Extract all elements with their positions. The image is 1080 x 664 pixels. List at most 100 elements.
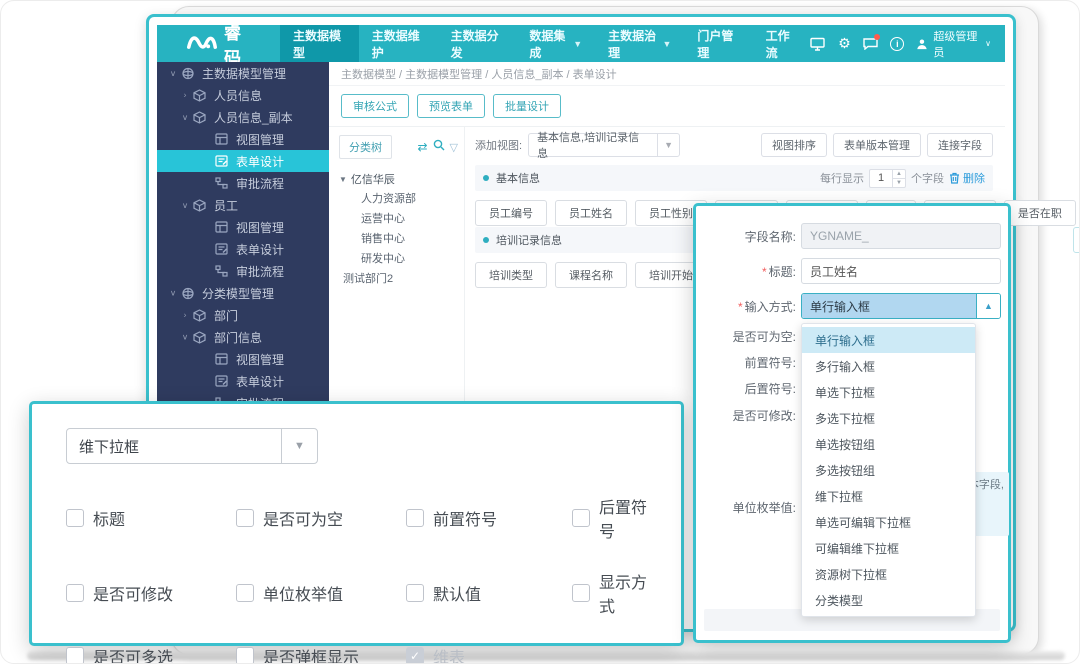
option-checkbox[interactable]: 后置符号 bbox=[572, 494, 651, 542]
dropdown-option[interactable]: 单行输入框 bbox=[802, 327, 975, 353]
designer-top-button[interactable]: 连接字段 bbox=[927, 133, 993, 157]
checkbox-icon bbox=[572, 584, 590, 602]
dropdown-option[interactable]: 资源树下拉框 bbox=[802, 561, 975, 587]
dropdown-option[interactable]: 多行输入框 bbox=[802, 353, 975, 379]
title-input[interactable]: 员工姓名 bbox=[801, 258, 1001, 284]
sidebar-item-icon bbox=[215, 265, 230, 278]
tree-caret-icon: ∨ bbox=[179, 332, 191, 342]
search-icon[interactable] bbox=[433, 138, 445, 156]
per-row-suffix: 个字段 bbox=[911, 170, 944, 186]
message-icon[interactable] bbox=[863, 36, 878, 52]
option-checkbox[interactable]: 是否可多选 bbox=[66, 644, 236, 664]
dropdown-option[interactable]: 单选下拉框 bbox=[802, 379, 975, 405]
tree-node[interactable]: 研发中心 bbox=[339, 249, 458, 269]
nav-item[interactable]: 主数据维护 bbox=[359, 25, 438, 62]
tree-node[interactable]: 运营中心 bbox=[339, 209, 458, 229]
checkbox-icon bbox=[66, 647, 84, 664]
field-chip[interactable]: 课程名称 bbox=[555, 262, 627, 288]
nav-item[interactable]: 主数据模型 bbox=[280, 25, 359, 62]
option-checkbox[interactable]: 显示方式 bbox=[572, 569, 651, 617]
designer-top-button[interactable]: 表单版本管理 bbox=[833, 133, 921, 157]
dropdown-option[interactable]: 单选可编辑下拉框 bbox=[802, 509, 975, 535]
sidebar-item-icon bbox=[215, 353, 230, 366]
toolbar-button[interactable]: 审核公式 bbox=[341, 94, 409, 118]
dropdown-option[interactable]: 多选按钮组 bbox=[802, 457, 975, 483]
option-checkboxes: 标题 是否可为空 前置符号 后置符号 bbox=[66, 494, 651, 664]
tree-node[interactable]: 人力资源部 bbox=[339, 189, 458, 209]
sidebar-item[interactable]: 表单设计 bbox=[157, 370, 329, 392]
filter-icon[interactable]: ▽ bbox=[450, 141, 458, 154]
user-menu[interactable]: 超级管理员 ∨ bbox=[916, 28, 991, 60]
sidebar-item[interactable]: 表单设计 bbox=[157, 150, 329, 172]
designer-top-button[interactable]: 视图排序 bbox=[761, 133, 827, 157]
tree-caret-icon: ∨ bbox=[179, 112, 191, 122]
info-icon[interactable]: i bbox=[890, 36, 904, 52]
sidebar-item-icon bbox=[193, 111, 208, 124]
delete-button[interactable]: 删除 bbox=[949, 170, 985, 186]
option-checkbox[interactable]: 是否弹框显示 bbox=[236, 644, 406, 664]
option-checkbox[interactable]: 标题 bbox=[66, 494, 236, 542]
sidebar-item[interactable]: ∨ 员工 bbox=[157, 194, 329, 216]
swap-icon[interactable]: ⇄ bbox=[417, 140, 427, 154]
sidebar-item[interactable]: 审批流程 bbox=[157, 260, 329, 282]
sidebar-item[interactable]: ∨ 部门信息 bbox=[157, 326, 329, 348]
input-mode-label: *输入方式: bbox=[696, 298, 796, 315]
sidebar-item[interactable]: › 人员信息 bbox=[157, 84, 329, 106]
sidebar-item[interactable]: 视图管理 bbox=[157, 348, 329, 370]
dropdown-option[interactable]: 分类模型 bbox=[802, 587, 975, 613]
checkbox-icon bbox=[406, 584, 424, 602]
tree-caret-icon: ∨ bbox=[179, 200, 191, 210]
monitor-icon[interactable] bbox=[810, 36, 825, 52]
option-checkbox[interactable]: 维表 bbox=[406, 644, 572, 664]
sidebar-item-icon bbox=[193, 199, 208, 212]
sidebar-item[interactable]: 视图管理 bbox=[157, 216, 329, 238]
sidebar-item[interactable]: ∨ 分类模型管理 bbox=[157, 282, 329, 304]
sidebar-item-icon bbox=[215, 177, 230, 190]
field-chip[interactable]: 是否在职 bbox=[1004, 200, 1076, 226]
option-checkbox[interactable]: 单位枚举值 bbox=[236, 569, 406, 617]
modifiable-label: 是否可修改: bbox=[696, 407, 796, 424]
dropdown-option[interactable]: 可编辑维下拉框 bbox=[802, 535, 975, 561]
chevron-down-icon: ∨ bbox=[985, 39, 991, 48]
tree-node[interactable]: 销售中心 bbox=[339, 229, 458, 249]
option-checkbox[interactable]: 是否可为空 bbox=[236, 494, 406, 542]
toolbar-button[interactable]: 预览表单 bbox=[417, 94, 485, 118]
dropdown-option[interactable]: 多选下拉框 bbox=[802, 405, 975, 431]
classification-tree: ▼ 亿信华辰 人力资源部运营中心销售中心研发中心 测试部门2 bbox=[339, 169, 458, 289]
option-checkbox[interactable]: 是否可修改 bbox=[66, 569, 236, 617]
nav-item[interactable]: 工作流 bbox=[753, 25, 811, 62]
sidebar-item[interactable]: › 部门 bbox=[157, 304, 329, 326]
toolbar-button[interactable]: 批量设计 bbox=[493, 94, 561, 118]
tree-node-root[interactable]: ▼ 亿信华辰 bbox=[339, 169, 458, 189]
nav-item[interactable]: 数据集成 ▼ bbox=[516, 25, 595, 62]
nav-item[interactable]: 门户管理 bbox=[684, 25, 752, 62]
nav-item[interactable]: 主数据治理 ▼ bbox=[595, 25, 684, 62]
add-field-button[interactable]: + 添加 bbox=[1073, 227, 1080, 253]
tree-node[interactable]: 测试部门2 bbox=[339, 269, 458, 289]
field-chip[interactable]: 培训类型 bbox=[475, 262, 547, 288]
sidebar-item[interactable]: 视图管理 bbox=[157, 128, 329, 150]
option-checkbox[interactable]: 前置符号 bbox=[406, 494, 572, 542]
dropdown-option[interactable]: 维下拉框 bbox=[802, 483, 975, 509]
brand-name: 睿码 bbox=[224, 19, 254, 69]
field-chip[interactable]: 员工编号 bbox=[475, 200, 547, 226]
triangle-down-icon: ▼ bbox=[339, 175, 347, 184]
field-name-input[interactable]: YGNAME_ bbox=[801, 223, 1001, 249]
field-chip[interactable]: 员工姓名 bbox=[555, 200, 627, 226]
breadcrumb: 主数据模型 / 主数据模型管理 / 人员信息_副本 / 表单设计 bbox=[329, 62, 1005, 86]
sidebar-item[interactable]: 审批流程 bbox=[157, 172, 329, 194]
control-type-select[interactable]: 维下拉框 ▼ bbox=[66, 428, 318, 464]
sidebar-item[interactable]: ∨ 主数据模型管理 bbox=[157, 62, 329, 84]
chevron-down-icon: ▼ bbox=[657, 134, 679, 156]
gear-icon[interactable]: ⚙ bbox=[837, 36, 851, 52]
dropdown-option[interactable]: 单选按钮组 bbox=[802, 431, 975, 457]
sidebar-item[interactable]: ∨ 人员信息_副本 bbox=[157, 106, 329, 128]
nav-item[interactable]: 主数据分发 bbox=[438, 25, 517, 62]
input-mode-select[interactable]: 单行输入框 ▲ bbox=[801, 293, 1001, 319]
option-checkbox[interactable]: 默认值 bbox=[406, 569, 572, 617]
tree-tab[interactable]: 分类树 bbox=[339, 135, 392, 159]
checkbox-icon bbox=[66, 509, 84, 527]
add-view-select[interactable]: 基本信息,培训记录信息 ▼ bbox=[528, 133, 680, 157]
sidebar-item[interactable]: 表单设计 bbox=[157, 238, 329, 260]
per-row-stepper[interactable]: 1 ▲▼ bbox=[869, 169, 906, 188]
